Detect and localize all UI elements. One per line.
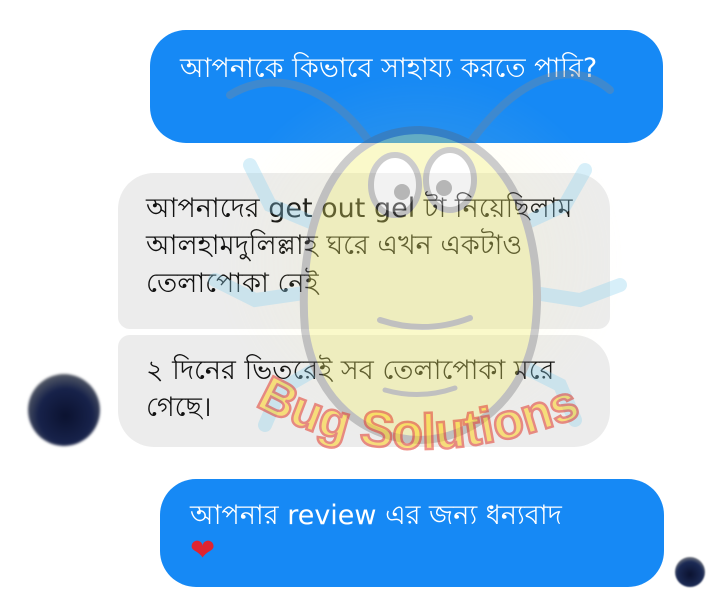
message-text: ২ দিনের ভিতরেই সব তেলাপোকা মরে গেছে। — [146, 355, 555, 424]
sent-message-bubble[interactable]: আপনার review এর জন্য ধন্যবাদ ❤ — [160, 479, 664, 587]
chat-screen: { "messages": { "m1": "আপনাকে কিভাবে সাহ… — [0, 0, 720, 604]
sent-message-bubble[interactable]: আপনাকে কিভাবে সাহায্য করতে পারি? — [150, 30, 663, 143]
received-message-bubble[interactable]: ২ দিনের ভিতরেই সব তেলাপোকা মরে গেছে। — [118, 335, 610, 447]
seen-avatar — [675, 557, 705, 587]
heart-icon: ❤ — [190, 533, 216, 569]
message-text: আপনাদের get out gel টা নিয়েছিলাম আলহামদ… — [146, 193, 573, 299]
sender-avatar[interactable] — [28, 374, 100, 446]
received-message-bubble[interactable]: আপনাদের get out gel টা নিয়েছিলাম আলহামদ… — [118, 173, 610, 329]
message-text: আপনাকে কিভাবে সাহায্য করতে পারি? — [180, 53, 598, 84]
message-text: আপনার review এর জন্য ধন্যবাদ — [190, 500, 562, 531]
